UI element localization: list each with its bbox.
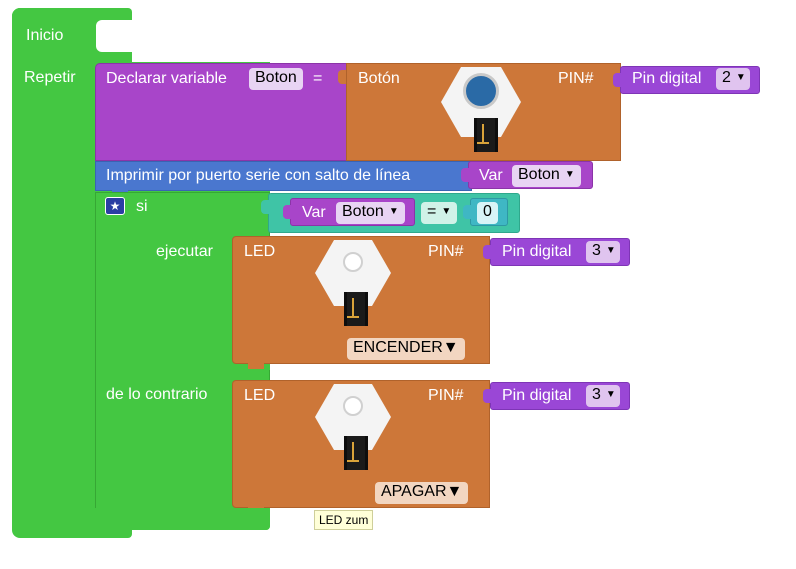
print-var-value: Boton (518, 166, 560, 183)
equals-label: = (313, 70, 323, 87)
pin-number-dropdown[interactable]: 2 ▼ (716, 68, 750, 90)
led-connector-image-off (344, 436, 368, 470)
led-on-label: LED (244, 243, 276, 260)
led-off-label: LED (244, 387, 276, 404)
inicio-label: Inicio (26, 27, 64, 44)
print-var-prefix: Var (479, 167, 503, 184)
triangle-down-icon: ▼ (442, 339, 459, 356)
serial-print-label: Imprimir por puerto serie con salto de l… (106, 167, 411, 184)
number-field[interactable]: 0 (477, 202, 498, 224)
condition-var-dropdown[interactable]: Boton ▼ (336, 202, 405, 224)
led-on-pin-value: 3 (592, 242, 601, 259)
mutator-icon-box[interactable]: ★ (105, 197, 125, 215)
tooltip: LED zum (314, 510, 374, 530)
condition-var-prefix: Var (302, 204, 326, 221)
led-bulb-icon-off (343, 396, 363, 416)
else-label: de lo contrario (106, 386, 208, 403)
led-connector-image (344, 292, 368, 326)
button-cap-icon (463, 73, 499, 109)
led-off-pin-block-label: Pin digital (502, 387, 572, 404)
operator-dropdown[interactable]: = ▼ (421, 202, 458, 224)
pin-digital-label: Pin digital (632, 70, 702, 87)
led-bulb-icon (343, 252, 363, 272)
triangle-down-icon: ▼ (735, 72, 746, 83)
if-label: si (136, 198, 148, 215)
led-off-pin-label: PIN# (428, 387, 464, 404)
triangle-down-icon: ▼ (564, 169, 575, 180)
triangle-down-icon: ▼ (388, 206, 399, 217)
led-off-state-dropdown[interactable]: APAGAR▼ (375, 482, 469, 504)
variable-name-field[interactable]: Boton (249, 68, 303, 90)
star-gear-icon: ★ (109, 199, 121, 213)
declare-variable-label: Declarar variable (106, 70, 227, 87)
button-pin-label: PIN# (558, 70, 594, 87)
button-connector-image (474, 118, 498, 152)
led-off-pin-dropdown[interactable]: 3 ▼ (586, 385, 620, 407)
led-on-state-dropdown[interactable]: ENCENDER▼ (347, 338, 465, 360)
led-on-pin-label: PIN# (428, 243, 464, 260)
print-var-dropdown[interactable]: Boton ▼ (512, 165, 581, 187)
led-on-pin-block-label: Pin digital (502, 243, 572, 260)
led-off-state-value: APAGAR (381, 483, 447, 500)
triangle-down-icon: ▼ (605, 245, 616, 256)
triangle-down-icon: ▼ (605, 389, 616, 400)
led-off-pin-value: 3 (592, 386, 601, 403)
pin-number-value: 2 (722, 69, 731, 86)
do-label: ejecutar (156, 243, 213, 260)
repetir-label: Repetir (24, 69, 76, 86)
tooltip-text: LED zum (319, 513, 369, 527)
operator-value: = (427, 203, 437, 220)
button-component-label: Botón (358, 70, 400, 87)
triangle-down-icon: ▼ (446, 483, 463, 500)
repetir-footer (12, 508, 270, 530)
triangle-down-icon: ▼ (441, 206, 452, 217)
condition-var-value: Boton (342, 203, 384, 220)
led-on-state-value: ENCENDER (353, 339, 443, 356)
led-on-pin-dropdown[interactable]: 3 ▼ (586, 241, 620, 263)
